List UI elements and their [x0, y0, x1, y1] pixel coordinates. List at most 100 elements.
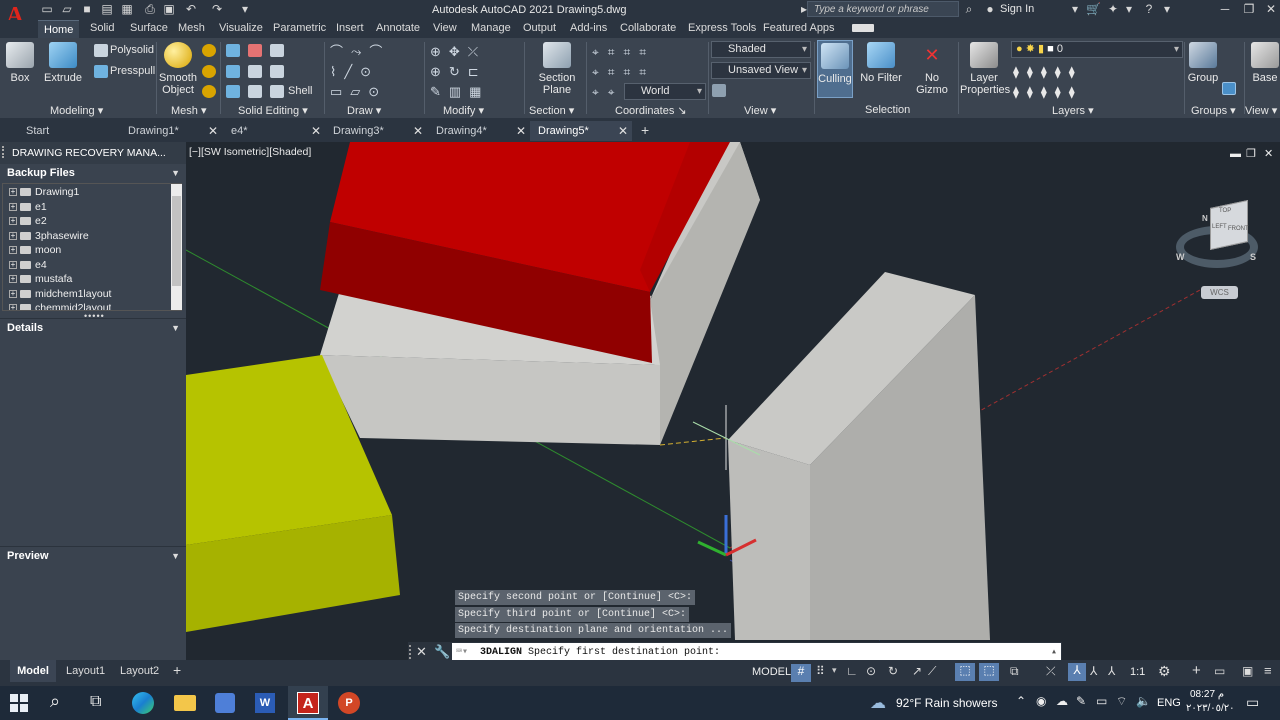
layout1-tab[interactable]: Layout1	[66, 665, 105, 677]
tab-insert[interactable]: Insert	[336, 22, 364, 34]
close-icon[interactable]: ✕	[1264, 3, 1278, 16]
visual-style-dropdown[interactable]: Shaded	[711, 41, 811, 58]
extrude-button[interactable]: Extrude	[44, 42, 82, 84]
viewcube-front-label[interactable]: FRONT	[1228, 226, 1249, 232]
group-select-icon[interactable]	[1222, 82, 1236, 95]
autocad-taskbar-button[interactable]: A	[288, 686, 328, 720]
tab-surface[interactable]: Surface	[130, 22, 168, 34]
doc-tab-drawing3[interactable]: Drawing3* ✕	[325, 121, 427, 141]
transparency-icon[interactable]: ⧉	[1010, 664, 1019, 679]
clean-screen-icon[interactable]: ▣	[1242, 664, 1253, 678]
scrollbar-thumb[interactable]	[172, 196, 181, 286]
doc-tab-e4[interactable]: e4* ✕	[223, 121, 325, 141]
close-tab-icon[interactable]: ✕	[618, 121, 628, 141]
volume-icon[interactable]: 🔈	[1136, 694, 1151, 708]
tab-annotate[interactable]: Annotate	[376, 22, 420, 34]
preview-header[interactable]: Preview ▼	[0, 546, 186, 564]
undo-icon[interactable]: ↶	[184, 3, 198, 16]
culling-button[interactable]: Culling	[817, 40, 853, 98]
grip-icon[interactable]	[2, 146, 6, 158]
panel-solid-editing[interactable]: Solid Editing ▾	[238, 104, 308, 117]
tab-collaborate[interactable]: Collaborate	[620, 22, 676, 34]
customize-status-icon[interactable]: ≡	[1264, 663, 1272, 678]
units-icon[interactable]: ▭	[1214, 664, 1225, 678]
list-item[interactable]: + Drawing1	[9, 185, 79, 199]
box-button[interactable]: Box	[4, 42, 36, 84]
battery-icon[interactable]: ▭	[1096, 694, 1107, 708]
base-button[interactable]: Base	[1250, 42, 1280, 84]
separate-icon[interactable]	[226, 85, 240, 98]
polar-tracking-icon[interactable]: ⊙	[866, 664, 876, 678]
taper-faces-icon[interactable]	[248, 85, 262, 98]
clock-date[interactable]: ٢٠٢٣/٠٥/٢٠	[1186, 703, 1235, 714]
panel-section[interactable]: Section ▾	[529, 104, 574, 117]
close-tab-icon[interactable]: ✕	[311, 121, 321, 141]
close-tab-icon[interactable]: ✕	[413, 121, 423, 141]
tab-manage[interactable]: Manage	[471, 22, 511, 34]
edge-browser-icon[interactable]	[132, 692, 154, 714]
viewport-minimize-icon[interactable]: ▬	[1230, 148, 1241, 160]
tab-view[interactable]: View	[433, 22, 457, 34]
tab-visualize[interactable]: Visualize	[219, 22, 263, 34]
model-space-toggle[interactable]: MODEL	[752, 666, 791, 678]
panel-mesh[interactable]: Mesh ▾	[171, 104, 206, 117]
palette-titlebar[interactable]: DRAWING RECOVERY MANA...	[0, 142, 186, 164]
compass-s-label[interactable]: S	[1250, 252, 1256, 262]
object-snap-icon[interactable]: ⬚	[955, 663, 975, 681]
task-view-icon[interactable]: ⧉	[90, 693, 101, 711]
new-file-icon[interactable]: ▭	[40, 3, 54, 16]
weather-icon[interactable]: ☁	[870, 693, 886, 713]
tab-mesh[interactable]: Mesh	[178, 22, 205, 34]
details-header[interactable]: Details ▼	[0, 318, 186, 336]
new-tab-icon[interactable]: +	[641, 122, 649, 138]
search-input[interactable]: Type a keyword or phrase	[807, 1, 959, 17]
list-item[interactable]: + moon	[9, 243, 61, 257]
clock-time[interactable]: 08:27 م	[1190, 689, 1224, 700]
mesh-refine-icon[interactable]	[202, 65, 216, 78]
presspull-button[interactable]: Presspull	[110, 65, 155, 77]
tab-add-ins[interactable]: Add-ins	[570, 22, 607, 34]
notifications-icon[interactable]: ▭	[1246, 694, 1259, 711]
close-command-icon[interactable]: ✕	[416, 644, 427, 660]
save-icon[interactable]: ■	[80, 3, 94, 16]
modify-tools-grid[interactable]: ⊕✥⤫ ⊕↻⊏ ✎▥▦	[430, 42, 520, 102]
wifi-icon[interactable]: ⌔	[1116, 694, 1127, 709]
annotation-visibility-icon[interactable]: ⅄	[1090, 664, 1097, 678]
intersect-icon[interactable]	[226, 65, 240, 78]
onedrive-icon[interactable]: ☁	[1056, 694, 1068, 708]
panel-draw[interactable]: Draw ▾	[347, 104, 381, 117]
grip-icon[interactable]	[409, 645, 413, 659]
panel-layers[interactable]: Layers ▾	[1052, 104, 1094, 117]
subtract-icon[interactable]	[248, 44, 262, 57]
store-icon[interactable]	[215, 693, 235, 713]
tab-parametric[interactable]: Parametric	[273, 22, 326, 34]
ucs-dropdown[interactable]: World	[624, 83, 706, 100]
windows-start-icon[interactable]	[10, 694, 28, 712]
panel-view-2[interactable]: View ▾	[1245, 104, 1277, 117]
minimize-icon[interactable]: ─	[1218, 3, 1232, 16]
viewport-restore-icon[interactable]: ❐	[1246, 147, 1256, 160]
lineweight-icon[interactable]: ⟋	[928, 664, 936, 679]
search-icon[interactable]: ⌕	[50, 691, 60, 712]
list-item[interactable]: + e1	[9, 200, 47, 214]
powerpoint-icon[interactable]: P	[338, 692, 360, 714]
compass-w-label[interactable]: W	[1176, 252, 1185, 262]
union-icon[interactable]	[226, 44, 240, 57]
show-hidden-icons[interactable]: ⌃	[1016, 694, 1026, 708]
scrollbar[interactable]	[171, 184, 182, 310]
save-as-icon[interactable]: ▤	[100, 3, 114, 16]
pen-icon[interactable]: ✎	[1076, 694, 1086, 708]
layer-tools-grid[interactable]: ⧫⧫⧫⧫⧫ ⧫⧫⧫⧫⧫	[1013, 62, 1113, 102]
3d-object-snap-icon[interactable]: ⬚	[979, 663, 999, 681]
list-item[interactable]: + mustafa	[9, 272, 72, 286]
annotation-monitor-icon[interactable]: +	[1192, 662, 1201, 679]
tab-express-tools[interactable]: Express Tools	[688, 22, 756, 34]
plot-icon[interactable]: ⎙	[143, 3, 157, 16]
selection-cycling-icon[interactable]: ⤫	[1046, 664, 1056, 679]
panel-groups[interactable]: Groups ▾	[1191, 104, 1236, 117]
word-icon[interactable]: W	[255, 693, 275, 713]
restore-icon[interactable]: ❐	[1242, 3, 1256, 16]
layout2-tab[interactable]: Layout2	[120, 665, 159, 677]
doc-tab-drawing4[interactable]: Drawing4* ✕	[428, 121, 530, 141]
tab-output[interactable]: Output	[523, 22, 556, 34]
